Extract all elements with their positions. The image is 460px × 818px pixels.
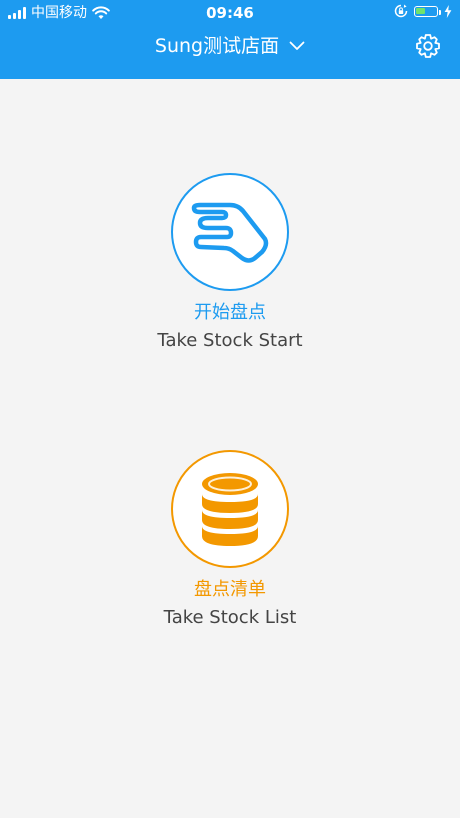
header-bar: 中国移动 09:46 Sung测试店面 [0, 0, 460, 79]
status-bar: 中国移动 09:46 [0, 0, 460, 26]
status-right [394, 4, 452, 18]
status-time: 09:46 [206, 4, 254, 22]
gear-icon[interactable] [414, 32, 442, 60]
battery-level [416, 7, 425, 14]
take-stock-start-label-cn: 开始盘点 [194, 302, 266, 323]
charging-icon [444, 4, 452, 18]
battery-icon [414, 5, 441, 17]
take-stock-start-circle [171, 173, 289, 291]
coin-stack-icon [202, 473, 258, 546]
take-stock-list-label-en: Take Stock List [163, 607, 297, 628]
chevron-down-icon [289, 41, 305, 50]
store-selector[interactable]: Sung测试店面 [0, 34, 460, 58]
take-stock-list-button[interactable]: 盘点清单 Take Stock List [80, 450, 380, 630]
take-stock-list-circle [171, 450, 289, 568]
hand-pinch-icon [191, 202, 269, 263]
nav-bar: Sung测试店面 [0, 26, 460, 79]
take-stock-start-button[interactable]: 开始盘点 Take Stock Start [80, 173, 380, 353]
take-stock-start-label-en: Take Stock Start [157, 330, 303, 351]
take-stock-list-label-cn: 盘点清单 [194, 579, 266, 600]
rotation-lock-icon [394, 4, 408, 18]
store-title: Sung测试店面 [154, 35, 280, 57]
